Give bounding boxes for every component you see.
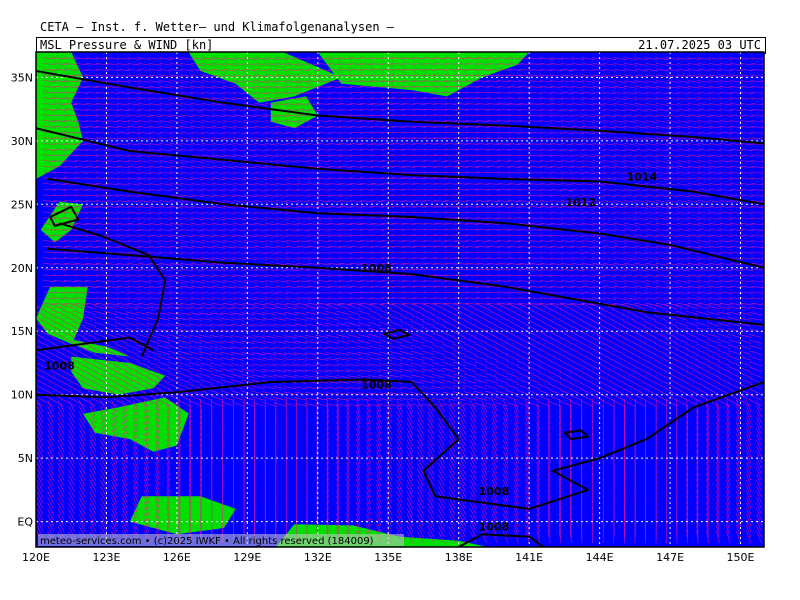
lon-tick-label: 150E: [727, 551, 755, 564]
weather-map: 1014 1012 1008 1008 1008 1008 1008 meteo-servi…: [11, 51, 765, 564]
lat-tick-label: 35N: [11, 71, 33, 84]
lon-tick-label: 135E: [374, 551, 402, 564]
isobar-label: 1008: [479, 485, 510, 498]
lat-tick-label: EQ: [17, 516, 33, 529]
copyright-credit: meteo-services.com • (c)2025 IWKF • All …: [40, 536, 374, 547]
lon-tick-label: 147E: [656, 551, 684, 564]
lon-tick-label: 123E: [92, 551, 120, 564]
lat-tick-label: 20N: [11, 262, 33, 275]
lon-tick-label: 126E: [163, 551, 191, 564]
isobar-label: 1008: [361, 379, 392, 392]
lon-tick-label: 141E: [515, 551, 543, 564]
lon-tick-label: 138E: [445, 551, 473, 564]
isobar-label: 1008: [44, 360, 75, 373]
isobar-label: 1012: [566, 196, 597, 209]
isobar-label: 1014: [627, 170, 658, 183]
lon-tick-label: 144E: [586, 551, 614, 564]
isobar-label: 1008: [361, 262, 392, 275]
lat-tick-label: 10N: [11, 389, 33, 402]
lat-tick-label: 5N: [18, 452, 33, 465]
isobar-label: 1008: [479, 521, 510, 534]
lon-tick-label: 120E: [22, 551, 50, 564]
lon-tick-label: 132E: [304, 551, 332, 564]
lat-tick-label: 25N: [11, 198, 33, 211]
lat-tick-label: 30N: [11, 135, 33, 148]
ocean-background: [36, 52, 764, 547]
lon-tick-label: 129E: [233, 551, 261, 564]
lat-tick-label: 15N: [11, 325, 33, 338]
